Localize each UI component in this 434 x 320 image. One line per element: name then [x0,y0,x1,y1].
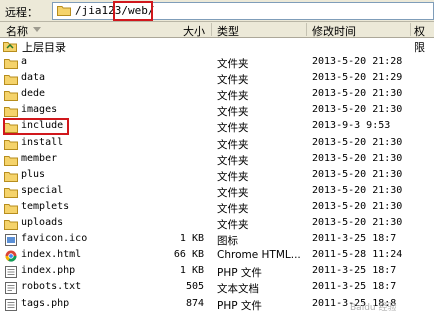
file-row[interactable]: dede 文件夹 2013-5-20 21:30 [0,87,434,103]
file-row[interactable]: index.html 66 KB Chrome HTML... 2011-5-28 1… [0,248,434,264]
folder-icon [57,6,71,16]
file-name: index.php [21,265,76,277]
remote-path-bar: 远程： /jia123/web/ [0,0,434,22]
file-name: tags.php [21,297,70,309]
file-modified: 2013-5-20 21:29 [312,72,403,84]
remote-label: 远程： [5,6,38,19]
file-type: 文件夹 [217,106,249,119]
folder-icon [4,171,18,182]
file-size: 66 KB [173,249,204,261]
file-name: templets [21,200,70,212]
file-row[interactable]: uploads 文件夹 2013-5-20 21:30 [0,216,434,232]
file-modified: 2013-5-20 21:30 [312,104,403,116]
sort-arrow-icon [33,27,41,32]
file-row[interactable]: special 文件夹 2013-5-20 21:30 [0,184,434,200]
file-row[interactable]: a 文件夹 2013-5-20 21:28 [0,55,434,71]
file-name: special [21,184,64,196]
file-name: index.html [21,249,82,261]
folder-icon [4,220,18,230]
file-row[interactable]: member 文件夹 2013-5-20 21:30 [0,152,434,168]
remote-path-input[interactable]: /jia123/web/ [52,2,434,20]
file-type: 文件夹 [217,170,249,183]
php-file-icon [5,266,17,279]
folder-icon [4,107,18,118]
file-type: 文件夹 [217,74,249,87]
include-highlight-box [3,118,69,135]
file-type: 文本文档 [217,283,259,296]
file-name: install [21,136,64,148]
file-name: robots.txt [21,281,82,293]
file-name: a [21,56,28,67]
file-type: 文件夹 [217,219,249,231]
chrome-icon [5,250,17,262]
folder-icon [4,91,18,102]
column-header: 名称 大小 类型 修改时间 权限 [0,22,434,54]
file-modified: 2013-5-20 21:30 [312,217,403,228]
parent-directory-label: 上层目录 [22,41,66,54]
file-type: PHP 文件 [217,299,262,312]
file-size: 1 KB [179,265,204,277]
file-size: 1 KB [179,233,204,245]
folder-icon [4,155,18,166]
up-folder-icon [3,42,17,52]
file-modified: 2013-9-3 9:53 [312,120,391,132]
file-type: 文件夹 [217,186,249,199]
col-modified[interactable]: 修改时间 [312,23,356,39]
folder-icon [4,203,18,214]
folder-icon [4,187,18,198]
file-name: uploads [21,217,64,228]
col-size[interactable]: 大小 [183,23,205,39]
file-name: plus [21,168,46,180]
file-type: 文件夹 [217,138,249,151]
file-modified: 2013-5-20 21:28 [312,56,403,67]
file-modified: 2013-5-20 21:30 [312,200,403,212]
file-size: 874 [185,297,204,309]
file-name: favicon.ico [21,233,88,245]
path-highlight-box [113,1,153,21]
file-row[interactable]: plus 文件夹 2013-5-20 21:30 [0,168,434,184]
file-modified: 2013-5-20 21:30 [312,88,403,100]
file-modified: 2011-3-25 18:7 [312,265,397,277]
file-size: 505 [185,281,204,293]
file-modified: 2013-5-20 21:30 [312,184,403,196]
file-type: PHP 文件 [217,267,262,280]
folder-icon [4,139,18,150]
file-modified: 2011-5-28 11:24 [312,249,403,261]
col-type[interactable]: 类型 [217,23,239,39]
image-file-icon [5,234,17,247]
file-row[interactable]: robots.txt 505 文本文档 2011-3-25 18:7 [0,280,434,296]
file-modified: 2013-5-20 21:30 [312,168,403,180]
col-name[interactable]: 名称 [6,23,28,39]
file-name: data [21,72,46,84]
folder-icon [4,75,18,86]
file-type: 文件夹 [217,202,249,215]
file-type: 文件夹 [217,58,249,70]
watermark: Baidu 经验 [350,303,397,313]
file-row[interactable]: install 文件夹 2013-5-20 21:30 [0,136,434,152]
file-type: 文件夹 [217,90,249,103]
file-name: dede [21,88,46,100]
file-modified: 2011-3-25 18:7 [312,233,397,245]
file-row[interactable]: templets 文件夹 2013-5-20 21:30 [0,200,434,216]
parent-directory-row[interactable]: 上层目录 [0,38,434,54]
file-row[interactable]: images 文件夹 2013-5-20 21:30 [0,103,434,119]
file-type: Chrome HTML... [217,249,301,262]
file-row[interactable]: favicon.ico 1 KB 图标 2011-3-25 18:7 [0,232,434,248]
file-type: 文件夹 [217,154,249,167]
file-modified: 2013-5-20 21:30 [312,136,403,148]
php-file-icon [5,298,17,311]
file-name: images [21,104,58,116]
file-row[interactable]: index.php 1 KB PHP 文件 2011-3-25 18:7 [0,264,434,280]
file-row[interactable]: data 文件夹 2013-5-20 21:29 [0,71,434,87]
file-name: member [21,152,58,164]
text-file-icon [5,282,17,295]
file-type: 图标 [217,235,238,248]
folder-icon [4,59,18,69]
file-modified: 2013-5-20 21:30 [312,152,403,164]
file-modified: 2011-3-25 18:7 [312,281,397,293]
file-type: 文件夹 [217,122,249,135]
